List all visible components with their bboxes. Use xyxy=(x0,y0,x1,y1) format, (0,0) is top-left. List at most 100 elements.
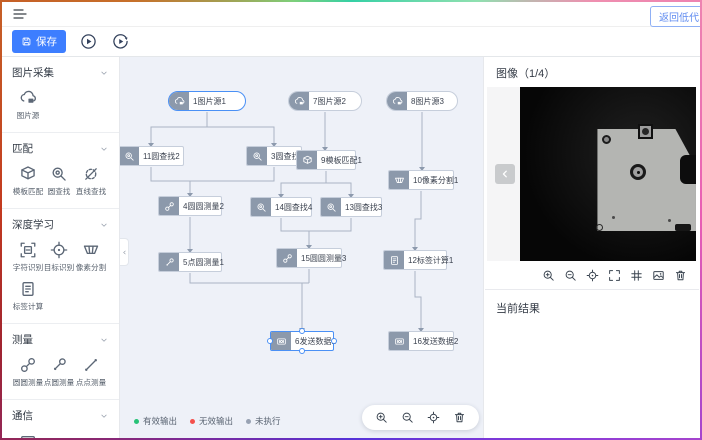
sidebar-item[interactable]: 像素分割 xyxy=(75,241,107,273)
sidebar-item[interactable]: 模板匹配 xyxy=(12,165,44,197)
sidebar-item[interactable]: 字符识别 xyxy=(12,241,44,273)
circle-find-icon xyxy=(120,147,139,165)
flow-node[interactable]: 14圆查找4 xyxy=(250,197,312,217)
cloud-image-icon xyxy=(387,92,407,110)
section-header[interactable]: 测量 xyxy=(12,332,109,347)
legend-label: 无效输出 xyxy=(199,415,233,427)
measure-pp-icon xyxy=(82,356,100,374)
sidebar-item[interactable] xyxy=(12,432,44,438)
sidebar-item-label: 点圆测量 xyxy=(44,377,74,387)
flow-canvas[interactable]: 1图片源1 7图片源2 8图片源3 11圆查找2 3圆查找19模板匹配1 10像素分割1 4… xyxy=(120,57,483,438)
save-button-label: 保存 xyxy=(36,34,57,49)
app-window: 返回低代 保存 图片采集图片源匹配模板匹配圆查找直线查找深度学习字符识别目标识别… xyxy=(2,2,700,438)
sidebar-item[interactable]: 圆圆测量 xyxy=(12,356,44,388)
surface-dot xyxy=(612,216,615,219)
square-fiducial-feature xyxy=(638,124,653,139)
flow-node[interactable]: 8图片源3 xyxy=(386,91,458,111)
preview-panel: 图像（1/4） xyxy=(483,57,700,438)
sidebar-item[interactable]: 标签计算 xyxy=(12,280,44,312)
node-handle[interactable] xyxy=(331,338,337,344)
sidebar-item[interactable]: 点点测量 xyxy=(75,356,107,388)
flow-node[interactable]: 5点圆测量1 xyxy=(158,252,222,272)
toolbar: 保存 xyxy=(2,27,700,57)
section-header[interactable]: 通信 xyxy=(12,408,109,423)
circle-find-icon xyxy=(321,198,341,216)
measure-cc-icon xyxy=(19,356,37,374)
back-to-lowcode-button[interactable]: 返回低代 xyxy=(650,6,700,27)
circle-find-icon xyxy=(50,165,68,183)
flow-node[interactable]: 3圆查找1 xyxy=(246,146,302,166)
node-handle[interactable] xyxy=(267,338,273,344)
flow-node[interactable]: 7图片源2 xyxy=(288,91,362,111)
zoom-out-icon[interactable] xyxy=(564,269,577,282)
legend-label: 未执行 xyxy=(255,415,281,427)
measure-pc-icon xyxy=(159,253,179,271)
section-header[interactable]: 深度学习 xyxy=(12,217,109,232)
sidebar-item-label: 字符识别 xyxy=(13,262,43,272)
flow-node[interactable]: 13圆查找3 xyxy=(320,197,382,217)
flow-node[interactable]: 15圆圆测量3 xyxy=(276,248,342,268)
zoom-out-icon[interactable] xyxy=(401,411,414,424)
legend-dot xyxy=(134,419,139,424)
trash-icon[interactable] xyxy=(453,411,466,424)
flow-node[interactable]: 12标签计算1 xyxy=(383,250,447,270)
sidebar-item[interactable]: 目标识别 xyxy=(44,241,76,273)
header-bar: 返回低代 xyxy=(2,2,700,27)
tool-sidebar: 图片采集图片源匹配模板匹配圆查找直线查找深度学习字符识别目标识别像素分割标签计算… xyxy=(2,57,120,438)
sidebar-item[interactable]: 直线查找 xyxy=(75,165,107,197)
image-export-icon[interactable] xyxy=(652,269,665,282)
flow-node[interactable]: 16发送数据2 xyxy=(388,331,454,351)
legend-item: 未执行 xyxy=(246,415,281,427)
image-nav-strip xyxy=(487,87,520,261)
zoom-in-icon[interactable] xyxy=(542,269,555,282)
flow-node[interactable]: 11圆查找2 xyxy=(120,146,184,166)
canvas-controls xyxy=(362,405,479,430)
sidebar-item[interactable]: 图片源 xyxy=(12,89,44,121)
flow-node-label: 1图片源1 xyxy=(189,96,231,107)
segment-icon xyxy=(82,241,100,259)
flow-node[interactable]: 6发送数据1 xyxy=(270,331,334,351)
sidebar-item-label: 图片源 xyxy=(16,110,39,120)
run-once-button[interactable] xyxy=(111,32,130,51)
legend-item: 有效输出 xyxy=(134,415,177,427)
sidebar-item[interactable]: 圆查找 xyxy=(44,165,76,197)
measure-cc-icon xyxy=(159,197,179,215)
chevron-down-icon xyxy=(99,144,109,154)
grid-icon[interactable] xyxy=(630,269,643,282)
sidebar-item-label: 目标识别 xyxy=(44,262,74,272)
camera-image xyxy=(520,87,696,261)
measure-cc-icon xyxy=(277,249,297,267)
flow-node-label: 14圆查找4 xyxy=(271,202,317,213)
flow-node[interactable]: 4圆圆测量2 xyxy=(158,196,222,216)
flow-node-label: 5点圆测量1 xyxy=(179,257,229,268)
sidebar-collapse-handle[interactable] xyxy=(120,238,129,266)
flow-node[interactable]: 9模板匹配1 xyxy=(296,150,356,170)
section-header[interactable]: 图片采集 xyxy=(12,65,109,80)
node-handle[interactable] xyxy=(299,328,305,334)
trash-icon[interactable] xyxy=(674,269,687,282)
section-header[interactable]: 匹配 xyxy=(12,141,109,156)
fullscreen-icon[interactable] xyxy=(608,269,621,282)
comm-icon xyxy=(271,332,291,350)
save-button[interactable]: 保存 xyxy=(12,30,66,53)
flow-node[interactable]: 1图片源1 xyxy=(168,91,246,111)
chevron-down-icon xyxy=(99,411,109,421)
flow-node[interactable]: 10像素分割1 xyxy=(388,170,454,190)
menu-icon[interactable] xyxy=(12,6,28,22)
sidebar-item-label: 标签计算 xyxy=(13,301,43,311)
cloud-image-icon xyxy=(19,89,37,107)
locate-icon[interactable] xyxy=(427,411,440,424)
zoom-in-icon[interactable] xyxy=(375,411,388,424)
sidebar-item[interactable]: 点圆测量 xyxy=(44,356,76,388)
image-viewer xyxy=(487,87,696,261)
node-handle[interactable] xyxy=(299,348,305,354)
run-button[interactable] xyxy=(79,32,98,51)
locate-icon[interactable] xyxy=(586,269,599,282)
chevron-down-icon xyxy=(99,335,109,345)
chevron-left-icon[interactable] xyxy=(495,164,515,184)
segment-icon xyxy=(389,171,409,189)
circle-find-icon xyxy=(247,147,267,165)
sidebar-section-2: 深度学习字符识别目标识别像素分割标签计算 xyxy=(2,209,119,324)
comm-icon xyxy=(389,332,409,350)
run-once-icon xyxy=(112,33,129,50)
